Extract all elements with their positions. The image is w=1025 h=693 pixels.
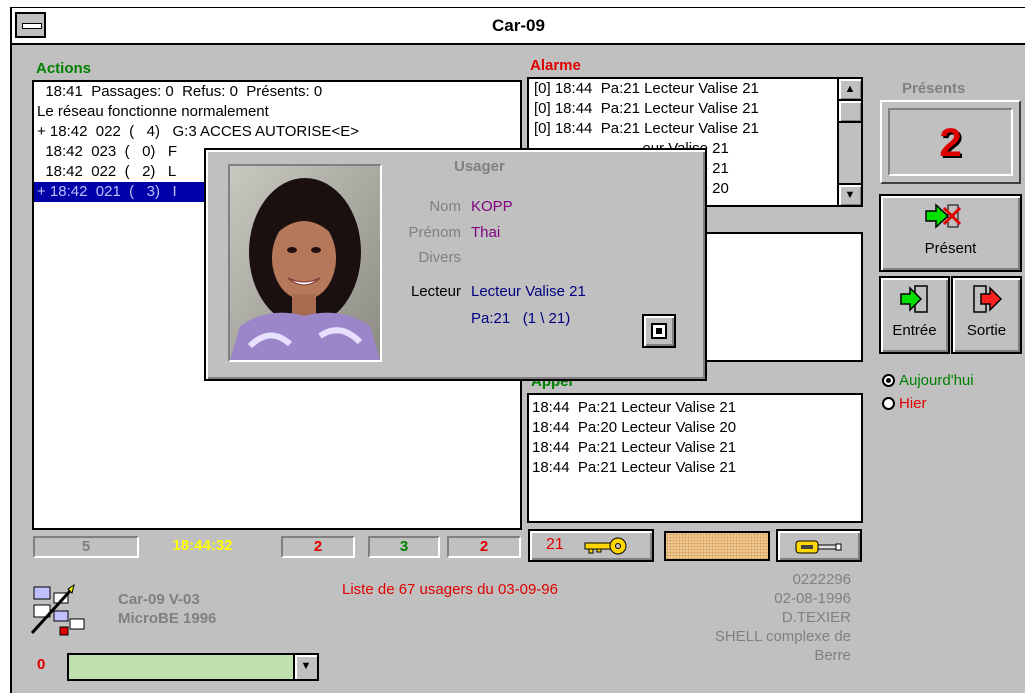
prenom-label: Prénom	[408, 224, 461, 241]
radio-today-icon[interactable]	[882, 374, 895, 387]
clock: 18:44:32	[172, 537, 233, 554]
list-item[interactable]: 18:44 Pa:20 Lecteur Valise 20	[529, 418, 861, 438]
key-button-label: 21	[546, 536, 564, 553]
radio-today-label: Aujourd'hui	[899, 372, 974, 389]
license-info-line: SHELL complexe de	[714, 628, 851, 645]
nom-label: Nom	[429, 198, 461, 215]
window-title: Car-09	[492, 16, 545, 35]
license-info-line: 0222296	[792, 571, 851, 588]
sortie-button[interactable]: Sortie	[951, 276, 1022, 354]
license-info: 0222296 02-08-1996 D.TEXIER SHELL complexe …	[640, 570, 851, 665]
alarme-label: Alarme	[530, 57, 581, 74]
radio-yesterday-icon[interactable]	[882, 397, 895, 410]
scroll-down-icon[interactable]: ▼	[839, 183, 861, 205]
dropdown-arrow-icon[interactable]: ▼	[293, 655, 317, 679]
lecteur-label: Lecteur	[410, 283, 461, 300]
screwdriver-icon	[795, 540, 842, 554]
present-button[interactable]: Présent	[879, 194, 1022, 272]
list-item[interactable]: + 18:42 022 ( 4) G:3 ACCES AUTORISE<E>	[34, 122, 520, 142]
app-copyright: MicroBE 1996	[118, 610, 217, 627]
list-item[interactable]: 18:44 Pa:21 Lecteur Valise 21	[529, 458, 861, 478]
status-field-red-1: 2	[281, 536, 355, 558]
key-button[interactable]: 21	[528, 529, 654, 562]
exit-door-icon	[973, 285, 1003, 313]
close-dialog-button[interactable]	[642, 314, 676, 348]
usager-dialog: Usager Nom KOPP Prénom Thai Divers Lecte…	[204, 148, 707, 381]
list-item[interactable]: 18:44 Pa:21 Lecteur Valise 21	[529, 438, 861, 458]
presents-label: Présents	[902, 80, 966, 97]
pa-value: Pa:21 (1 \ 21)	[471, 310, 571, 327]
scroll-thumb[interactable]	[839, 101, 861, 123]
list-item[interactable]: Le réseau fonctionne normalement	[34, 102, 520, 122]
list-item[interactable]: [0] 18:44 Pa:21 Lecteur Valise 21	[531, 119, 759, 139]
radio-today[interactable]: Aujourd'hui	[882, 372, 974, 389]
tool-button[interactable]	[776, 529, 862, 562]
alarme-scrollbar[interactable]: ▲ ▼	[837, 79, 861, 205]
actions-label: Actions	[36, 60, 92, 77]
presents-frame: 2	[880, 100, 1021, 184]
title-bar: Car-09	[12, 8, 1025, 45]
present-exit-icon	[925, 203, 962, 229]
divers-label: Divers	[418, 249, 461, 266]
license-info-line: D.TEXIER	[781, 609, 851, 626]
entree-button[interactable]: Entrée	[879, 276, 950, 354]
presents-count: 2	[888, 108, 1013, 176]
license-info-line: Berre	[814, 647, 851, 664]
usager-title: Usager	[454, 158, 505, 175]
key-icon	[584, 537, 627, 555]
user-select[interactable]: ▼	[67, 653, 319, 681]
list-info: Liste de 67 usagers du 03-09-96	[342, 581, 558, 598]
list-item[interactable]: 18:44 Pa:21 Lecteur Valise 21	[529, 398, 861, 418]
appel-list[interactable]: 18:44 Pa:21 Lecteur Valise 21 18:44 Pa:20…	[527, 393, 863, 523]
lecteur-value: Lecteur Valise 21	[471, 283, 586, 300]
nom-value: KOPP	[471, 198, 513, 215]
sortie-button-label: Sortie	[966, 322, 1007, 339]
prenom-value: Thai	[471, 224, 501, 241]
dotted-panel	[664, 531, 770, 561]
entree-button-label: Entrée	[892, 322, 937, 339]
present-button-label: Présent	[924, 240, 977, 257]
app-info: Car-09 V-03 MicroBE 1996	[118, 590, 216, 628]
status-field-green: 3	[368, 536, 440, 558]
counter: 0	[37, 656, 46, 673]
status-field-count: 5	[33, 536, 139, 558]
stop-icon	[651, 323, 667, 339]
license-info-line: 02-08-1996	[774, 590, 851, 607]
radio-yesterday-label: Hier	[899, 395, 927, 412]
app-logo-icon	[30, 583, 85, 636]
list-item[interactable]: [0] 18:44 Pa:21 Lecteur Valise 21	[531, 99, 759, 119]
scroll-up-icon[interactable]: ▲	[839, 79, 861, 101]
radio-yesterday[interactable]: Hier	[882, 395, 927, 412]
list-item[interactable]: [0] 18:44 Pa:21 Lecteur Valise 21	[531, 79, 759, 99]
list-item[interactable]: 18:41 Passages: 0 Refus: 0 Présents: 0	[34, 82, 520, 102]
status-field-red-2: 2	[447, 536, 521, 558]
enter-door-icon	[900, 285, 928, 313]
app-version: Car-09 V-03	[118, 591, 200, 608]
